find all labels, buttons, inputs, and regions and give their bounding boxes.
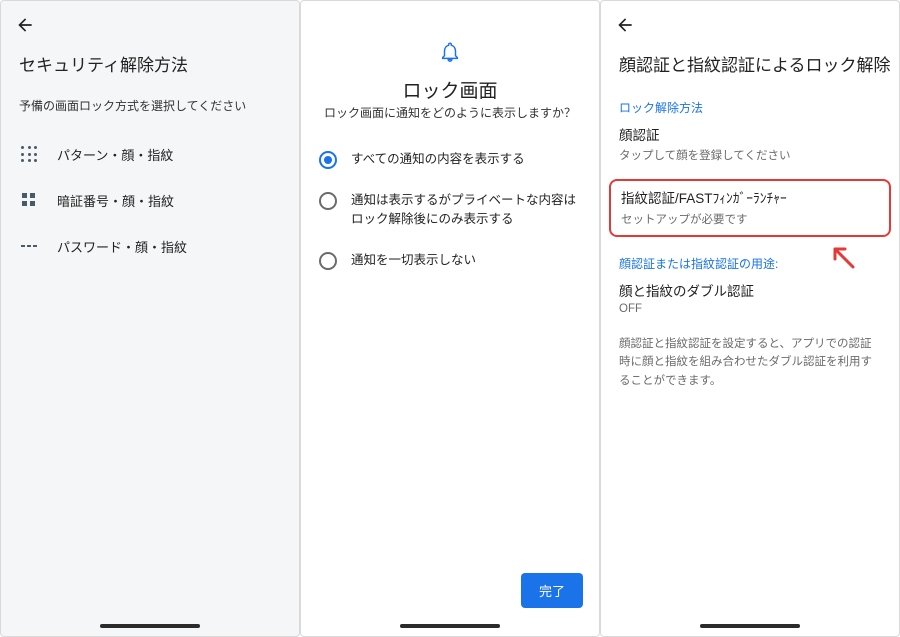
nav-pill: [400, 624, 500, 628]
radio-unselected-icon: [319, 192, 337, 210]
lock-option-label: パターン・顔・指紋: [57, 145, 173, 164]
radio-unselected-icon: [319, 252, 337, 270]
nav-pill: [100, 624, 200, 628]
lock-option-pin[interactable]: 暗証番号・顔・指紋: [1, 177, 299, 223]
notification-options: すべての通知の内容を表示する 通知は表示するがプライベートな内容はロック解除後に…: [301, 139, 599, 281]
screen-lock-notifications: ロック画面 ロック画面に通知をどのように表示しますか？ すべての通知の内容を表示…: [300, 0, 600, 637]
nav-pill: [700, 624, 800, 628]
pin-icon: [19, 190, 39, 210]
section-biometric-usage: 顔認証または指紋認証の用途:: [619, 255, 881, 272]
notif-option-hide-private[interactable]: 通知は表示するがプライベートな内容はロック解除後にのみ表示する: [301, 180, 599, 240]
fingerprint-item[interactable]: 指紋認証/FASTﾌｨﾝｶﾞｰﾗﾝﾁｬｰ セットアップが必要です: [609, 179, 891, 236]
fingerprint-title: 指紋認証/FASTﾌｨﾝｶﾞｰﾗﾝﾁｬｰ: [621, 189, 879, 209]
notif-option-label: 通知を一切表示しない: [351, 251, 476, 270]
lock-option-label: パスワード・顔・指紋: [57, 237, 187, 256]
page-subtitle: 予備の画面ロック方式を選択してください: [19, 97, 246, 114]
page-title: セキュリティ解除方法: [19, 51, 188, 76]
face-unlock-title: 顔認証: [619, 126, 881, 146]
notif-option-hide-all[interactable]: 通知を一切表示しない: [301, 240, 599, 281]
dual-auth-sub: OFF: [619, 303, 881, 315]
screen-biometric-unlock: 顔認証と指紋認証によるロック解除 ロック解除方法 顔認証 タップして顔を登録して…: [600, 0, 900, 637]
bell-icon: [439, 41, 461, 68]
lock-option-pattern[interactable]: パターン・顔・指紋: [1, 131, 299, 177]
lock-option-label: 暗証番号・顔・指紋: [57, 191, 174, 210]
lock-option-password[interactable]: パスワード・顔・指紋: [1, 223, 299, 269]
lock-method-list: パターン・顔・指紋 暗証番号・顔・指紋 パスワード・顔・指紋: [1, 131, 299, 269]
face-unlock-item[interactable]: 顔認証 タップして顔を登録してください: [619, 116, 881, 173]
screen-security-method: セキュリティ解除方法 予備の画面ロック方式を選択してください パターン・顔・指紋…: [0, 0, 300, 637]
radio-selected-icon: [319, 151, 337, 169]
pattern-icon: [19, 144, 39, 164]
page-title: 顔認証と指紋認証によるロック解除: [619, 51, 891, 76]
page-subtitle: ロック画面に通知をどのように表示しますか？: [301, 104, 599, 121]
back-button[interactable]: [615, 15, 635, 39]
page-title: ロック画面: [301, 76, 599, 103]
fingerprint-sub: セットアップが必要です: [621, 211, 879, 227]
dual-auth-item[interactable]: 顔と指紋のダブル認証 OFF: [619, 272, 881, 325]
back-button[interactable]: [15, 15, 35, 39]
password-icon: [19, 236, 39, 256]
notif-option-show-all[interactable]: すべての通知の内容を表示する: [301, 139, 599, 180]
section-unlock-methods: ロック解除方法: [619, 99, 881, 116]
face-unlock-sub: タップして顔を登録してください: [619, 147, 881, 163]
arrow-left-icon: [15, 15, 35, 35]
notif-option-label: 通知は表示するがプライベートな内容はロック解除後にのみ表示する: [351, 191, 581, 229]
done-button[interactable]: 完了: [521, 573, 583, 608]
notif-option-label: すべての通知の内容を表示する: [351, 150, 525, 169]
dual-auth-note: 顔認証と指紋認証を設定すると、アプリでの認証時に顔と指紋を組み合わせたダブル認証…: [619, 335, 881, 390]
arrow-left-icon: [615, 15, 635, 35]
dual-auth-title: 顔と指紋のダブル認証: [619, 282, 881, 302]
